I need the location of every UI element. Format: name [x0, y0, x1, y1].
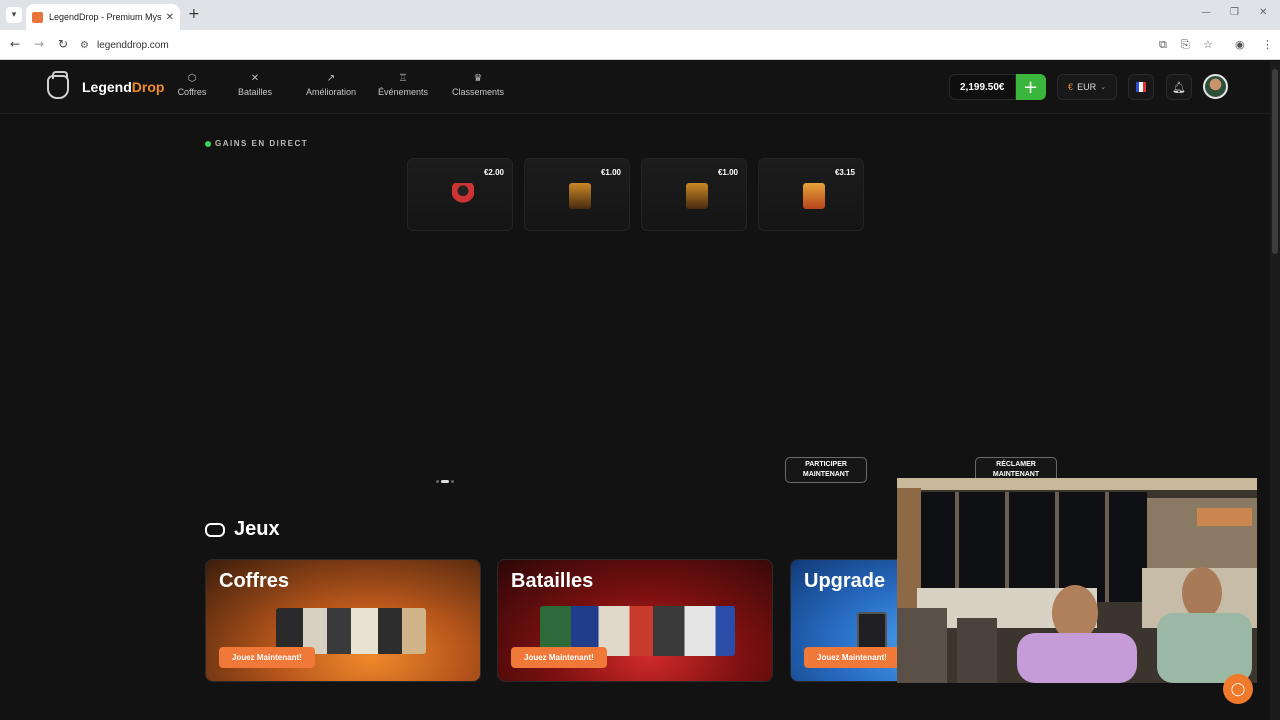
url-field[interactable]: ⚙ legenddrop.com	[80, 34, 1140, 56]
close-icon[interactable]: ✕	[166, 12, 174, 23]
wallet: 2,199.50€ +	[949, 74, 1046, 100]
restore-icon[interactable]: ❐	[1230, 7, 1239, 18]
carousel-dot-active[interactable]	[441, 480, 449, 483]
bookmark-star-icon[interactable]: ☆	[1203, 38, 1213, 51]
back-icon[interactable]: ←	[10, 37, 20, 51]
nav-label: Classements	[451, 87, 505, 97]
nav-label: Amélioration	[305, 87, 357, 97]
address-bar: ← → ↻ ⚙ legenddrop.com ⧉ ⎘ ☆ ◉ ⋮	[0, 30, 1280, 60]
crown-icon: ♛	[473, 73, 483, 84]
drop-price: €2.00	[483, 168, 504, 177]
gamepad-icon	[205, 522, 225, 537]
cube-icon: ⬡	[187, 73, 197, 84]
carousel-dots	[436, 480, 454, 483]
language-selector[interactable]	[1128, 74, 1154, 100]
card-pack-icon	[569, 183, 591, 209]
nav-label: Batailles	[237, 87, 273, 97]
game-card-title: Batailles	[511, 570, 594, 592]
translate-icon[interactable]: ⧉	[1159, 38, 1167, 52]
currency-label: EUR	[1077, 82, 1097, 92]
browser-tab-bar: ▾ LegendDrop - Premium Myster ✕ + — ❐ ✕	[0, 0, 1280, 30]
game-card-title: Coffres	[219, 570, 290, 592]
avatar[interactable]	[1203, 74, 1228, 99]
currency-selector[interactable]: € EUR ⌄	[1057, 74, 1117, 100]
swords-icon: ✕	[250, 73, 260, 84]
drop-price: €1.00	[600, 168, 621, 177]
games-heading: Jeux	[205, 518, 280, 541]
drop-card[interactable]: €1.00	[524, 158, 630, 231]
games-title: Jeux	[234, 518, 280, 540]
forward-icon[interactable]: →	[34, 37, 44, 51]
window-close-icon[interactable]: ✕	[1259, 7, 1267, 18]
site-info-icon[interactable]: ⚙	[80, 40, 89, 51]
anime-figure-icon	[452, 183, 474, 209]
main-nav: ⬡ Coffres ✕ Batailles ↗ Amélioration ♖ É…	[172, 73, 508, 97]
scroll-thumb[interactable]	[1272, 69, 1278, 254]
new-tab-icon[interactable]: +	[188, 6, 200, 22]
drop-price: €1.00	[717, 168, 738, 177]
france-flag-icon	[1136, 82, 1146, 92]
participate-button[interactable]: PARTICIPER MAINTENANT	[785, 457, 867, 483]
nav-item-batailles[interactable]: ✕ Batailles	[217, 73, 293, 97]
balance-display[interactable]: 2,199.50€	[949, 74, 1016, 100]
webcam-scene-image	[897, 478, 1257, 683]
chat-button[interactable]: ◯	[1223, 674, 1253, 704]
browser-menu-icon[interactable]: ⋮	[1262, 38, 1273, 51]
plus-icon: +	[1022, 76, 1039, 98]
tab-title: LegendDrop - Premium Myster	[49, 12, 162, 22]
play-now-button[interactable]: Jouez Maintenant!	[219, 647, 315, 668]
chest-logo-icon	[47, 71, 69, 99]
logo-text-legend: Legend	[82, 79, 132, 95]
site-header: Legend Drop ⬡ Coffres ✕ Batailles ↗ Amél…	[0, 61, 1270, 114]
logo-text-drop: Drop	[131, 79, 165, 95]
nav-item-amelioration[interactable]: ↗ Amélioration	[301, 73, 361, 97]
live-drops-text: GAINS EN DIRECT	[215, 139, 309, 148]
nav-item-evenements[interactable]: ♖ Événements	[373, 73, 433, 97]
nav-item-coffres[interactable]: ⬡ Coffres	[172, 73, 212, 97]
game-card-coffres[interactable]: Coffres Jouez Maintenant!	[205, 559, 481, 682]
game-card-batailles[interactable]: Batailles Jouez Maintenant!	[497, 559, 773, 682]
play-now-button[interactable]: Jouez Maintenant!	[511, 647, 607, 668]
chevron-down-icon: ⌄	[1100, 83, 1106, 91]
notifications-button[interactable]: 🔔︎	[1166, 74, 1192, 100]
trophy-icon: ♖	[398, 73, 408, 84]
install-icon[interactable]: ⎘	[1181, 38, 1190, 52]
browser-tab[interactable]: LegendDrop - Premium Myster ✕	[26, 4, 180, 30]
carousel-dot[interactable]	[436, 480, 439, 483]
box-item-icon	[803, 183, 825, 209]
favicon-icon	[32, 11, 43, 23]
live-drops-label: GAINS EN DIRECT	[205, 139, 308, 148]
nav-label: Événements	[377, 87, 429, 97]
drop-card[interactable]: €3.15	[758, 158, 864, 231]
play-now-button[interactable]: Jouez Maintenant!	[804, 647, 900, 668]
tab-search-icon[interactable]: ▾	[6, 7, 22, 23]
chat-bubble-icon: ◯	[1230, 681, 1246, 697]
trend-up-icon: ↗	[326, 73, 336, 84]
drop-card[interactable]: €2.00	[407, 158, 513, 231]
nav-item-classements[interactable]: ♛ Classements	[448, 73, 508, 97]
url-text: legenddrop.com	[96, 39, 169, 51]
card-pack-icon	[686, 183, 708, 209]
live-drops-list: €2.00 €1.00 €1.00 €3.15	[407, 158, 864, 231]
logo[interactable]: Legend Drop	[47, 71, 165, 99]
reload-icon[interactable]: ↻	[58, 37, 68, 51]
carousel-dot[interactable]	[451, 480, 454, 483]
nav-label: Coffres	[177, 87, 207, 97]
minimize-icon[interactable]: —	[1201, 7, 1211, 18]
euro-icon: €	[1068, 82, 1074, 92]
game-card-title: Upgrade	[804, 570, 886, 592]
live-dot-icon	[205, 140, 211, 147]
drop-price: €3.15	[834, 168, 855, 177]
profile-icon[interactable]: ◉	[1235, 38, 1245, 51]
webcam-overlay	[897, 478, 1257, 683]
drop-card[interactable]: €1.00	[641, 158, 747, 231]
bell-icon: 🔔︎	[1172, 80, 1186, 94]
page-scrollbar[interactable]	[1270, 61, 1280, 720]
deposit-button[interactable]: +	[1015, 74, 1046, 100]
